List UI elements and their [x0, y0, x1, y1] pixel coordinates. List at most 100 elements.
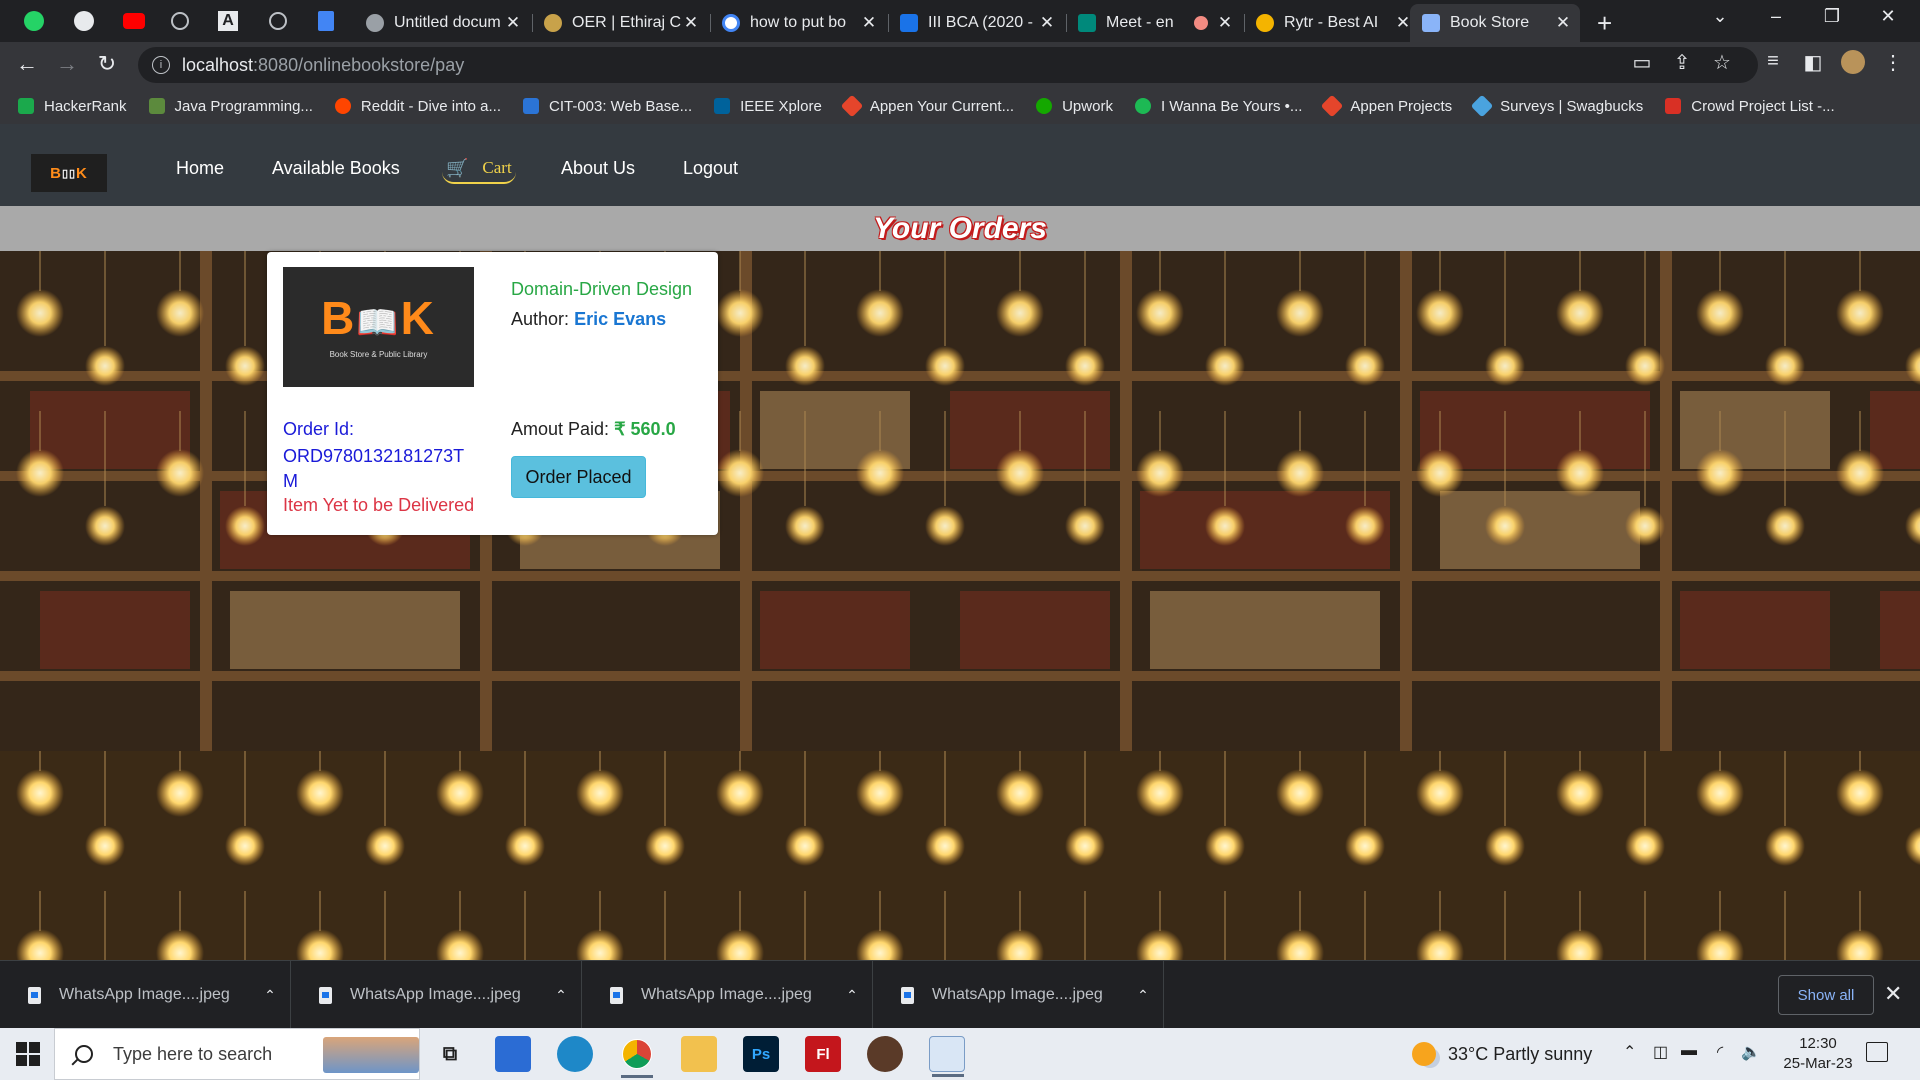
nav-home-link[interactable]: Home — [176, 158, 224, 179]
pinned-tab-whatsapp[interactable] — [16, 6, 52, 36]
file-explorer-icon[interactable] — [681, 1036, 717, 1072]
download-item[interactable]: WhatsApp Image....jpeg ⌃ — [582, 961, 873, 1029]
chevron-up-icon[interactable]: ⌃ — [250, 987, 290, 1004]
app-badge-icon[interactable] — [867, 1036, 903, 1072]
back-arrow-icon[interactable]: ← — [12, 51, 42, 77]
pinned-tab-web[interactable] — [162, 6, 198, 36]
kebab-menu-icon[interactable]: ⋮ — [1878, 50, 1908, 75]
forward-arrow-icon[interactable]: → — [52, 51, 82, 77]
image-file-icon — [319, 986, 332, 1004]
notification-center-icon[interactable] — [1866, 1042, 1888, 1062]
bookmark-upwork[interactable]: Upwork — [1036, 98, 1113, 115]
pinned-tab-font[interactable]: A — [210, 6, 246, 36]
tab-oer-ethiraj[interactable]: OER | Ethiraj C ✕ — [532, 4, 708, 42]
bookmark-ieee-xplore[interactable]: IEEE Xplore — [714, 98, 822, 115]
chrome-browser-icon[interactable] — [619, 1036, 655, 1078]
chevron-up-icon[interactable]: ⌃ — [1123, 987, 1163, 1004]
share-icon[interactable]: ⇪ — [1667, 50, 1697, 75]
close-icon[interactable]: ✕ — [1216, 13, 1234, 33]
chevron-up-icon[interactable]: ⌃ — [1623, 1042, 1636, 1062]
partly-sunny-icon — [1412, 1042, 1436, 1066]
web-page: B ▯▯ K Home Available Books 🛒 Cart About U… — [0, 124, 1920, 960]
bookmark-crowd-project-list[interactable]: Crowd Project List -... — [1665, 98, 1835, 115]
microsoft-store-icon[interactable] — [495, 1036, 531, 1072]
bookmark-swagbucks[interactable]: Surveys | Swagbucks — [1470, 94, 1643, 118]
site-logo[interactable]: B ▯▯ K — [31, 154, 107, 192]
wifi-icon[interactable]: ◜ — [1717, 1042, 1723, 1062]
show-all-downloads-button[interactable]: Show all — [1778, 975, 1874, 1015]
cart-label: Cart — [482, 158, 512, 177]
window-close-icon[interactable]: ✕ — [1868, 6, 1908, 27]
battery-icon[interactable]: ▬ — [1681, 1042, 1697, 1060]
orders-header-band: Your Orders — [0, 206, 1920, 251]
tab-google-search[interactable]: how to put bo ✕ — [710, 4, 886, 42]
order-placed-button[interactable]: Order Placed — [511, 456, 646, 498]
nav-about-us-link[interactable]: About Us — [561, 158, 635, 179]
pinned-tab-docs[interactable] — [308, 6, 344, 36]
amount-paid-row: Amout Paid: ₹ 560.0 — [511, 419, 676, 440]
address-bar[interactable]: i localhost :8080/onlinebookstore/pay — [138, 47, 1758, 83]
bookmark-reddit[interactable]: Reddit - Dive into a... — [334, 98, 501, 115]
tab-untitled-document[interactable]: Untitled docum ✕ — [354, 4, 530, 42]
page-icon — [1422, 14, 1440, 32]
tab-iii-bca[interactable]: III BCA (2020 - ✕ — [888, 4, 1064, 42]
cast-icon[interactable]: ▭ — [1627, 50, 1657, 75]
download-filename: WhatsApp Image....jpeg — [932, 986, 1103, 1003]
system-clock[interactable]: 12:30 25-Mar-23 — [1772, 1034, 1864, 1074]
site-info-icon[interactable]: i — [152, 56, 170, 74]
close-icon[interactable]: ✕ — [1884, 981, 1902, 1007]
google-icon — [722, 14, 740, 32]
speaker-icon[interactable]: 🔈 — [1741, 1042, 1761, 1062]
pinned-tab-web-2[interactable] — [260, 6, 296, 36]
taskbar-search-box[interactable]: Type here to search — [54, 1028, 420, 1080]
download-item[interactable]: WhatsApp Image....jpeg ⌃ — [291, 961, 582, 1029]
photos-app-icon[interactable] — [929, 1036, 965, 1077]
chevron-up-icon[interactable]: ⌃ — [832, 987, 872, 1004]
reading-list-icon[interactable]: ≡ — [1758, 50, 1788, 73]
bookmark-java-programming[interactable]: Java Programming... — [148, 98, 313, 115]
tab-google-meet[interactable]: Meet - en ✕ — [1066, 4, 1242, 42]
nav-available-books-link[interactable]: Available Books — [272, 158, 400, 179]
windows-start-icon[interactable] — [16, 1042, 40, 1066]
close-icon[interactable]: ✕ — [860, 13, 878, 33]
bookmarks-bar: HackerRank Java Programming... Reddit - … — [0, 88, 1920, 124]
new-tab-button[interactable]: + — [1597, 8, 1612, 39]
globe-icon — [171, 12, 189, 30]
bookmark-star-icon[interactable]: ☆ — [1707, 50, 1737, 75]
reload-icon[interactable]: ↻ — [92, 51, 122, 77]
download-item[interactable]: WhatsApp Image....jpeg ⌃ — [0, 961, 291, 1029]
close-icon[interactable]: ✕ — [1038, 13, 1056, 33]
edge-browser-icon[interactable] — [557, 1036, 593, 1072]
side-panel-icon[interactable]: ◧ — [1798, 50, 1828, 75]
pinned-tab-youtube[interactable] — [116, 6, 152, 36]
chevron-up-icon[interactable]: ⌃ — [541, 987, 581, 1004]
close-icon[interactable]: ✕ — [1554, 13, 1572, 33]
tab-rytr[interactable]: Rytr - Best AI ✕ — [1244, 4, 1420, 42]
bookmark-cit-003[interactable]: CIT-003: Web Base... — [522, 98, 692, 115]
tab-book-store[interactable]: Book Store ✕ — [1410, 4, 1580, 42]
tab-search-chevron-icon[interactable]: ⌄ — [1700, 6, 1740, 27]
close-icon[interactable]: ✕ — [504, 13, 522, 33]
nav-cart-link[interactable]: 🛒 Cart — [442, 154, 516, 184]
minimize-icon[interactable]: – — [1756, 6, 1796, 27]
meet-now-icon[interactable]: ◫ — [1653, 1042, 1668, 1062]
google-meet-icon — [1078, 14, 1096, 32]
browser-tab-strip: A Untitled docum ✕ OER | Ethiraj C ✕ how… — [0, 0, 1920, 42]
restore-icon[interactable]: ❐ — [1812, 6, 1852, 27]
bookmark-appen-current[interactable]: Appen Your Current... — [840, 94, 1014, 118]
task-view-icon[interactable]: ⧉ — [432, 1036, 468, 1072]
bookmark-appen-projects[interactable]: Appen Projects — [1321, 94, 1452, 118]
flash-icon[interactable]: Fl — [805, 1036, 841, 1072]
photoshop-icon[interactable]: Ps — [743, 1036, 779, 1072]
recording-icon — [1194, 16, 1208, 30]
bookmark-spotify[interactable]: I Wanna Be Yours •... — [1134, 98, 1302, 115]
pinned-tab-github[interactable] — [66, 6, 102, 36]
close-icon[interactable]: ✕ — [682, 13, 700, 33]
profile-avatar[interactable] — [1838, 50, 1868, 80]
letter-a-icon: A — [218, 11, 238, 31]
bookmark-hackerrank[interactable]: HackerRank — [18, 98, 127, 115]
download-item[interactable]: WhatsApp Image....jpeg ⌃ — [873, 961, 1164, 1029]
weather-widget[interactable]: 33°C Partly sunny — [1412, 1042, 1592, 1066]
search-placeholder: Type here to search — [113, 1043, 273, 1064]
nav-logout-link[interactable]: Logout — [683, 158, 738, 179]
